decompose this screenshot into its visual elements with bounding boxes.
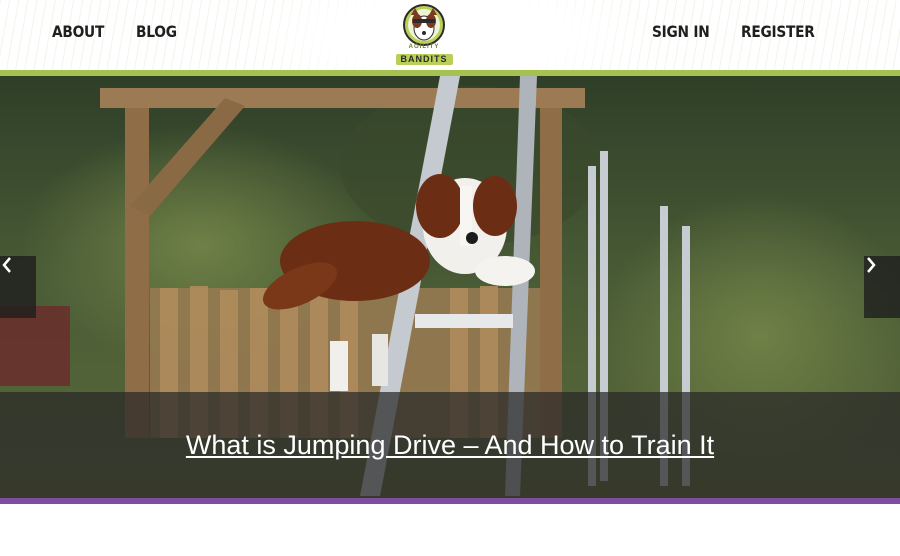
nav-left: ABOUT BLOG [52,22,183,41]
chevron-right-icon [867,257,876,273]
page-content-area [0,504,900,556]
nav-register-link[interactable]: REGISTER [741,22,815,41]
slider-prev-button[interactable] [0,256,36,318]
site-logo[interactable]: AGILITY BANDITS [389,4,459,66]
nav-blog-link[interactable]: BLOG [136,22,177,41]
dog-logo-icon [403,4,445,46]
nav-sign-in-link[interactable]: SIGN IN [652,22,710,41]
chevron-left-icon [2,257,11,273]
logo-big-text: BANDITS [395,54,453,65]
nav-right: SIGN IN REGISTER [652,22,827,41]
logo-small-text: AGILITY [408,44,440,50]
nav-about-link[interactable]: ABOUT [52,22,104,41]
slider-next-button[interactable] [864,256,900,318]
hero-slider: What is Jumping Drive – And How to Train… [0,76,900,498]
slide-caption-link[interactable]: What is Jumping Drive – And How to Train… [0,430,900,461]
site-header: ABOUT BLOG AGILITY BANDITS SIGN IN REGIS… [0,0,900,70]
logo-text: AGILITY BANDITS [389,44,459,66]
